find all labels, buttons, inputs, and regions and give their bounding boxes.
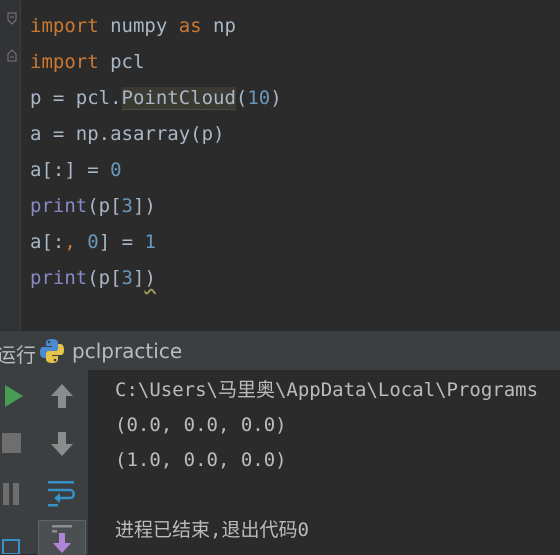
run-tab-label[interactable]: 运行 [0,339,36,368]
number-literal: 0 [110,159,122,181]
number-literal: 10 [247,87,271,109]
code-line-3[interactable]: p = pcl.PointCloud(10) [30,80,282,116]
run-console-output[interactable]: C:\Users\马里奥\AppData\Local\Programs (0.0… [89,370,560,554]
number-literal: 3 [121,195,133,217]
scroll-to-end-icon[interactable] [38,520,86,555]
code-line-7[interactable]: a[:, 0] = 1 [30,224,156,260]
code-text: ) [270,87,282,109]
console-line: (1.0, 0.0, 0.0) [115,449,287,471]
run-tool-window-header: 运行 pclpractice [0,330,560,371]
keyword: as [178,15,202,37]
number-literal: 3 [121,267,133,289]
run-toolbar-primary [0,370,37,554]
code-text: np [201,15,236,37]
down-arrow-icon[interactable] [46,428,78,460]
run-icon[interactable] [0,380,28,412]
code-editor[interactable]: import numpy as np import pcl p = pcl.Po… [0,0,560,330]
code-text: a = np.asarray(p) [30,123,225,145]
console-line: 进程已结束,退出代码0 [115,519,309,541]
number-literal: 1 [144,231,156,253]
editor-gutter [0,0,21,330]
punctuation: , [64,231,76,253]
console-line: C:\Users\马里奥\AppData\Local\Programs [115,379,539,401]
code-line-1[interactable]: import numpy as np [30,8,236,44]
builtin-function: print [30,267,88,289]
fold-icon[interactable] [7,48,17,62]
number-literal: 0 [87,231,99,253]
code-text: a[:] = [30,159,111,181]
keyword: import [30,51,99,73]
code-text: (p[ [87,267,122,289]
code-text: numpy [98,15,179,37]
code-text: pcl [98,51,145,73]
code-line-4[interactable]: a = np.asarray(p) [30,116,224,152]
code-text: ] = [98,231,145,253]
code-line-8[interactable]: print(p[3]) [30,260,156,296]
up-arrow-icon[interactable] [46,380,78,412]
code-line-6[interactable]: print(p[3]) [30,188,156,224]
run-toolbar-secondary [36,370,89,555]
code-text: ] [132,267,145,289]
highlighted-symbol[interactable]: PointCloud [121,87,236,110]
code-line-5[interactable]: a[:] = 0 [30,152,122,188]
code-text: p = pcl. [30,87,122,109]
builtin-function: print [30,195,88,217]
fold-icon[interactable] [7,12,17,26]
keyword: import [30,15,99,37]
layout-icon[interactable] [0,536,24,554]
code-text: ]) [132,195,156,217]
run-config-name[interactable]: pclpractice [72,339,182,363]
python-icon [38,337,66,365]
stop-icon[interactable] [0,428,24,458]
pause-icon[interactable] [0,478,24,510]
warning-text: ) [144,267,156,289]
code-text: (p[ [87,195,122,217]
soft-wrap-icon[interactable] [44,476,80,510]
code-line-2[interactable]: import pcl [30,44,144,80]
console-line: (0.0, 0.0, 0.0) [115,414,287,436]
code-text: ( [235,87,248,109]
code-text: a[: [30,231,65,253]
